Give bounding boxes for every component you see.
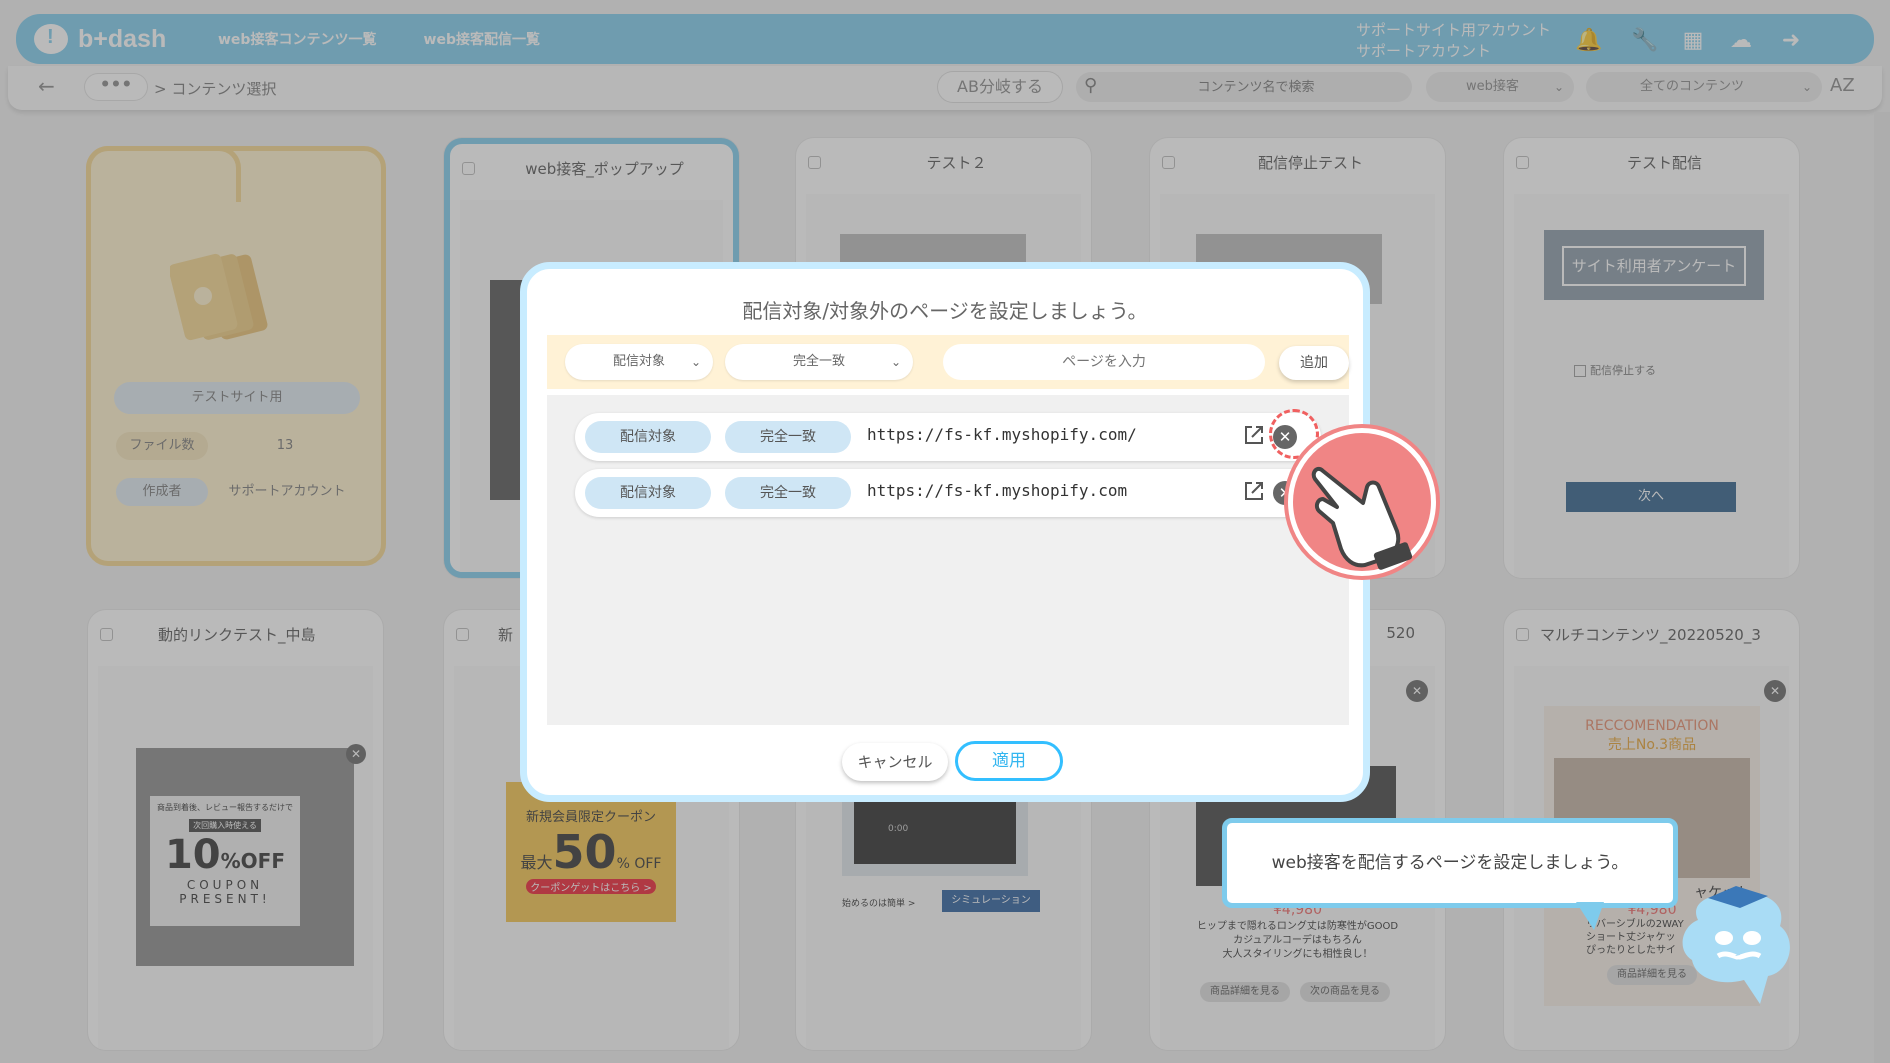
- tooltip-tail: [1576, 902, 1604, 930]
- chevron-down-icon: ⌄: [890, 355, 901, 369]
- cancel-button[interactable]: キャンセル: [842, 743, 948, 781]
- external-link-icon[interactable]: [1243, 424, 1265, 446]
- rule-target-tag: 配信対象: [585, 421, 711, 453]
- tutorial-tooltip: web接客を配信するページを設定しましょう。: [1222, 818, 1678, 908]
- target-select-value: 配信対象: [612, 354, 665, 369]
- target-select[interactable]: 配信対象 ⌄: [565, 344, 713, 380]
- add-button[interactable]: 追加: [1279, 346, 1349, 380]
- match-select-value: 完全一致: [792, 354, 845, 369]
- pointer-hand-icon: [1288, 428, 1436, 576]
- add-rule-bar: 配信対象 ⌄ 完全一致 ⌄ 追加: [547, 335, 1349, 389]
- apply-button[interactable]: 適用: [955, 741, 1063, 781]
- rule-match-tag: 完全一致: [725, 421, 851, 453]
- page-target-modal: 配信対象/対象外のページを設定しましょう。 配信対象 ⌄ 完全一致 ⌄ 追加 配信対…: [520, 262, 1370, 802]
- page-url-input[interactable]: [943, 344, 1265, 380]
- hand-icon: [1311, 466, 1413, 570]
- rule-list: 配信対象 完全一致 https://fs-kf.myshopify.com/ ✕…: [547, 395, 1349, 725]
- rule-url: https://fs-kf.myshopify.com: [867, 481, 1128, 500]
- match-select[interactable]: 完全一致 ⌄: [725, 344, 913, 380]
- mascot-icon: [1682, 886, 1790, 1004]
- rule-url: https://fs-kf.myshopify.com/: [867, 425, 1137, 444]
- rule-target-tag: 配信対象: [585, 477, 711, 509]
- rule-match-tag: 完全一致: [725, 477, 851, 509]
- chevron-down-icon: ⌄: [690, 355, 701, 369]
- rule-row: 配信対象 完全一致 https://fs-kf.myshopify.com/ ✕: [575, 413, 1321, 461]
- rule-row: 配信対象 完全一致 https://fs-kf.myshopify.com ✕: [575, 469, 1321, 517]
- modal-title: 配信対象/対象外のページを設定しましょう。: [742, 299, 1148, 323]
- external-link-icon[interactable]: [1243, 480, 1265, 502]
